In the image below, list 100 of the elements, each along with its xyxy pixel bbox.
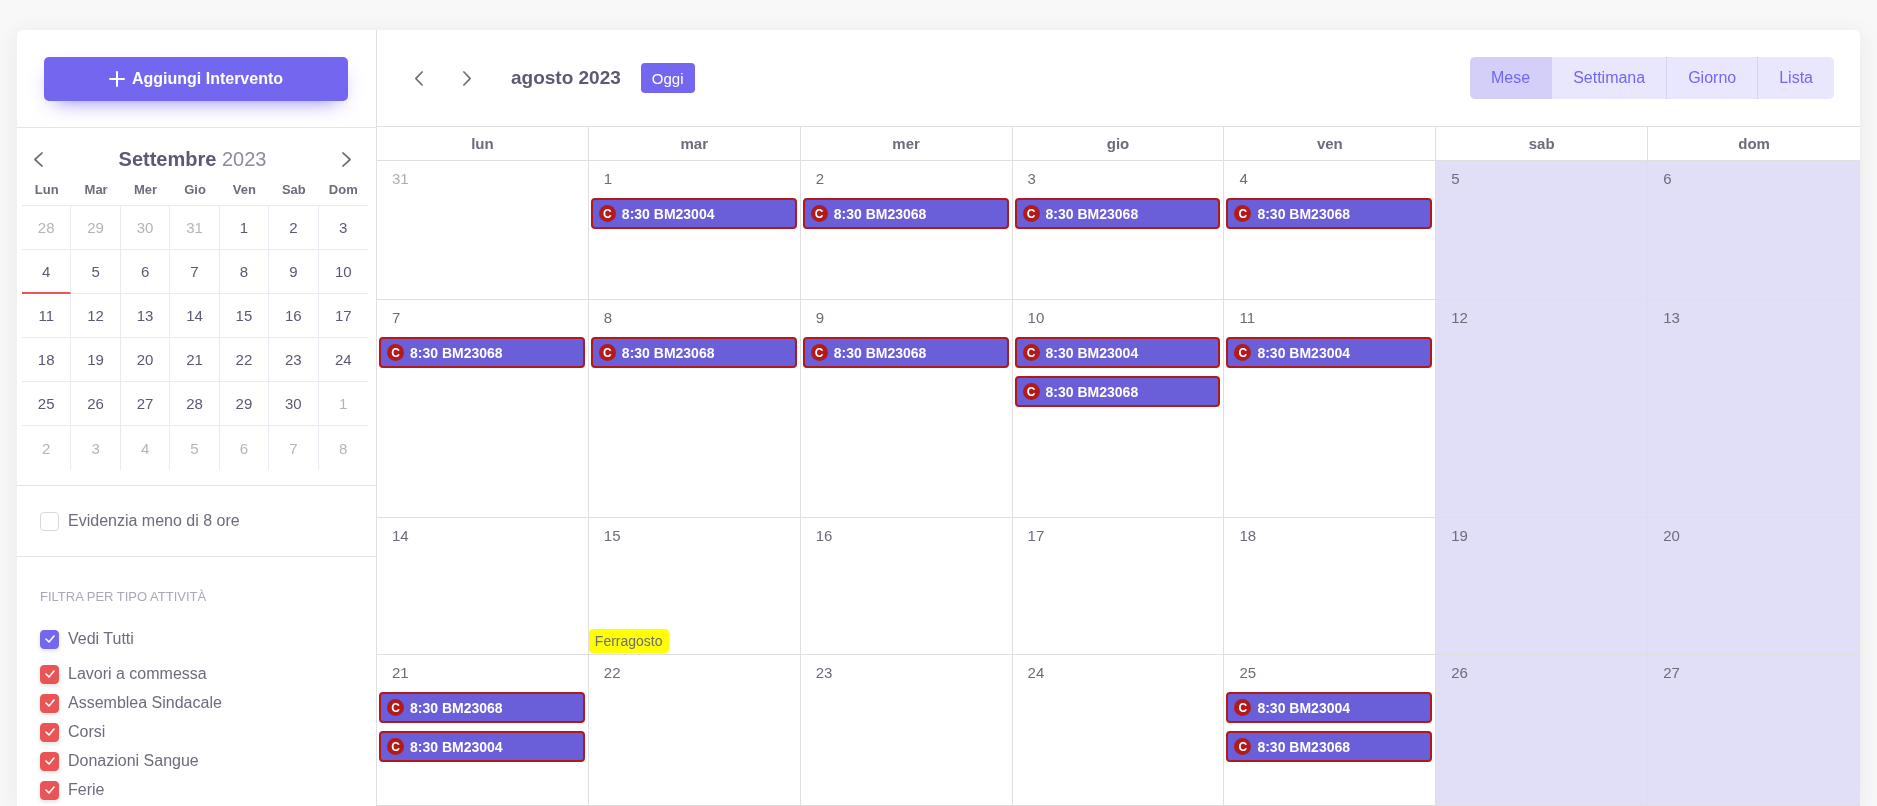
mini-calendar-day[interactable]: 25: [22, 382, 72, 426]
checkbox-label[interactable]: Evidenzia meno di 8 ore: [68, 512, 240, 530]
checkbox-label[interactable]: Assemblea Sindacale: [68, 694, 222, 712]
mini-calendar-day[interactable]: 10: [318, 250, 368, 294]
event-chip[interactable]: C 8:30 BM23068: [802, 198, 1009, 229]
calendar-title: agosto 2023: [511, 67, 621, 89]
mini-calendar-day[interactable]: 11: [22, 294, 72, 338]
day-cell[interactable]: 19: [1436, 518, 1649, 655]
mini-calendar-day[interactable]: 20: [120, 338, 171, 382]
mini-calendar-day[interactable]: 26: [71, 382, 121, 426]
view-tab[interactable]: Lista: [1757, 57, 1834, 99]
event-chip[interactable]: C 8:30 BM23004: [1226, 692, 1433, 723]
event-chip[interactable]: C 8:30 BM23068: [379, 337, 585, 368]
mini-calendar-day[interactable]: 3: [318, 206, 368, 250]
checkbox[interactable]: [40, 693, 59, 713]
mini-calendar-day[interactable]: 27: [120, 382, 171, 426]
day-cell[interactable]: 11 C 8:30 BM23004: [1224, 300, 1437, 518]
checkbox-label[interactable]: Vedi Tutti: [68, 630, 134, 648]
day-cell[interactable]: 20: [1648, 518, 1860, 655]
day-cell[interactable]: 4 C 8:30 BM23068: [1224, 161, 1437, 300]
mini-calendar-day[interactable]: 1: [219, 206, 270, 250]
day-cell[interactable]: 6: [1648, 161, 1860, 300]
event-chip[interactable]: C 8:30 BM23068: [379, 692, 585, 723]
day-cell[interactable]: 26: [1436, 655, 1649, 806]
mini-calendar-day[interactable]: 22: [219, 338, 270, 382]
mini-calendar-day[interactable]: 18: [22, 338, 72, 382]
event-chip[interactable]: C 8:30 BM23068: [1226, 198, 1433, 229]
mini-calendar-day[interactable]: 12: [71, 294, 121, 338]
mini-calendar-day[interactable]: 4: [22, 250, 72, 294]
day-number: 19: [1451, 526, 1468, 546]
event-chip[interactable]: C 8:30 BM23004: [590, 198, 797, 229]
day-cell[interactable]: 1 C 8:30 BM23004: [588, 161, 801, 300]
mini-calendar-day[interactable]: 17: [318, 294, 368, 338]
day-cell[interactable]: 23: [800, 655, 1013, 806]
day-cell[interactable]: 8 C 8:30 BM23068: [588, 300, 801, 518]
mini-calendar-day[interactable]: 29: [219, 382, 270, 426]
day-number: 11: [1239, 308, 1255, 328]
event-chip[interactable]: C 8:30 BM23068: [1014, 198, 1221, 229]
day-cell[interactable]: 15 Ferragosto: [588, 518, 801, 655]
mini-calendar-day[interactable]: 15: [219, 294, 270, 338]
day-cell[interactable]: 16: [800, 518, 1013, 655]
day-cell[interactable]: 5: [1436, 161, 1649, 300]
weekday-label: Sab: [280, 182, 307, 197]
checkbox[interactable]: [40, 751, 59, 771]
day-number: 27: [1663, 663, 1680, 683]
mini-calendar-day[interactable]: 7: [170, 250, 220, 294]
view-tab[interactable]: Settimana: [1551, 57, 1667, 99]
day-cell[interactable]: 25 C 8:30 BM23004 C 8:30 BM23068: [1224, 655, 1437, 806]
day-number: 15: [603, 526, 621, 546]
day-cell[interactable]: 13: [1648, 300, 1860, 518]
day-cell[interactable]: 14: [377, 518, 589, 655]
today-button[interactable]: Oggi: [640, 63, 695, 93]
mini-calendar-day[interactable]: 24: [318, 338, 368, 382]
mini-calendar-day[interactable]: 13: [120, 294, 171, 338]
day-cell[interactable]: 2 C 8:30 BM23068: [800, 161, 1013, 300]
day-cell[interactable]: 27: [1648, 655, 1860, 806]
holiday-label[interactable]: Ferragosto: [588, 629, 669, 653]
day-number: 31: [392, 169, 409, 189]
day-cell[interactable]: 22: [588, 655, 801, 806]
mini-calendar-day[interactable]: 28: [170, 382, 220, 426]
event-chip[interactable]: C 8:30 BM23068: [1226, 731, 1433, 762]
event-chip[interactable]: C 8:30 BM23068: [802, 337, 1009, 368]
add-intervention-button[interactable]: Aggiungi Intervento: [44, 57, 348, 101]
checkbox-label[interactable]: Lavori a commessa: [68, 665, 207, 683]
mini-calendar-day[interactable]: 5: [71, 250, 121, 294]
category-badge: C: [1022, 344, 1040, 361]
event-chip[interactable]: C 8:30 BM23004: [1014, 337, 1221, 368]
mini-calendar-day[interactable]: 19: [71, 338, 121, 382]
mini-calendar-day[interactable]: 30: [269, 382, 319, 426]
checkbox[interactable]: [40, 780, 59, 800]
previous-month-button[interactable]: [34, 151, 43, 167]
event-chip[interactable]: C 8:30 BM23004: [1226, 337, 1433, 368]
event-chip[interactable]: C 8:30 BM23068: [1014, 376, 1221, 407]
day-number: 9: [815, 308, 825, 328]
checkbox[interactable]: [40, 722, 59, 742]
day-cell[interactable]: 17: [1012, 518, 1225, 655]
checkbox-label[interactable]: Corsi: [68, 723, 106, 741]
day-cell[interactable]: 21 C 8:30 BM23068 C 8:30 BM23004: [377, 655, 589, 806]
checkbox-label[interactable]: Ferie: [68, 781, 105, 799]
day-cell[interactable]: 12: [1436, 300, 1649, 518]
mini-calendar-day[interactable]: 8: [219, 250, 270, 294]
mini-calendar-day[interactable]: 2: [269, 206, 319, 250]
view-tab[interactable]: Giorno: [1666, 57, 1758, 99]
mini-calendar-day[interactable]: 9: [269, 250, 319, 294]
mini-calendar-day[interactable]: 16: [269, 294, 319, 338]
checkbox[interactable]: [40, 664, 59, 684]
checkbox[interactable]: [40, 629, 59, 649]
checkbox-label[interactable]: Donazioni Sangue: [68, 752, 199, 770]
day-cell[interactable]: 24: [1012, 655, 1225, 806]
day-cell[interactable]: 10 C 8:30 BM23004 C 8:30 BM23068: [1012, 300, 1225, 518]
mini-calendar-day[interactable]: 6: [120, 250, 171, 294]
event-chip[interactable]: C 8:30 BM23068: [590, 337, 797, 368]
mini-calendar-day[interactable]: 21: [170, 338, 220, 382]
mini-calendar-day[interactable]: 14: [170, 294, 220, 338]
day-cell[interactable]: 7 C 8:30 BM23068: [377, 300, 589, 518]
event-chip[interactable]: C 8:30 BM23004: [379, 731, 585, 762]
mini-calendar-day[interactable]: 23: [269, 338, 319, 382]
day-cell[interactable]: 9 C 8:30 BM23068: [800, 300, 1013, 518]
day-cell[interactable]: 3 C 8:30 BM23068: [1012, 161, 1225, 300]
next-month-button[interactable]: [342, 151, 351, 167]
